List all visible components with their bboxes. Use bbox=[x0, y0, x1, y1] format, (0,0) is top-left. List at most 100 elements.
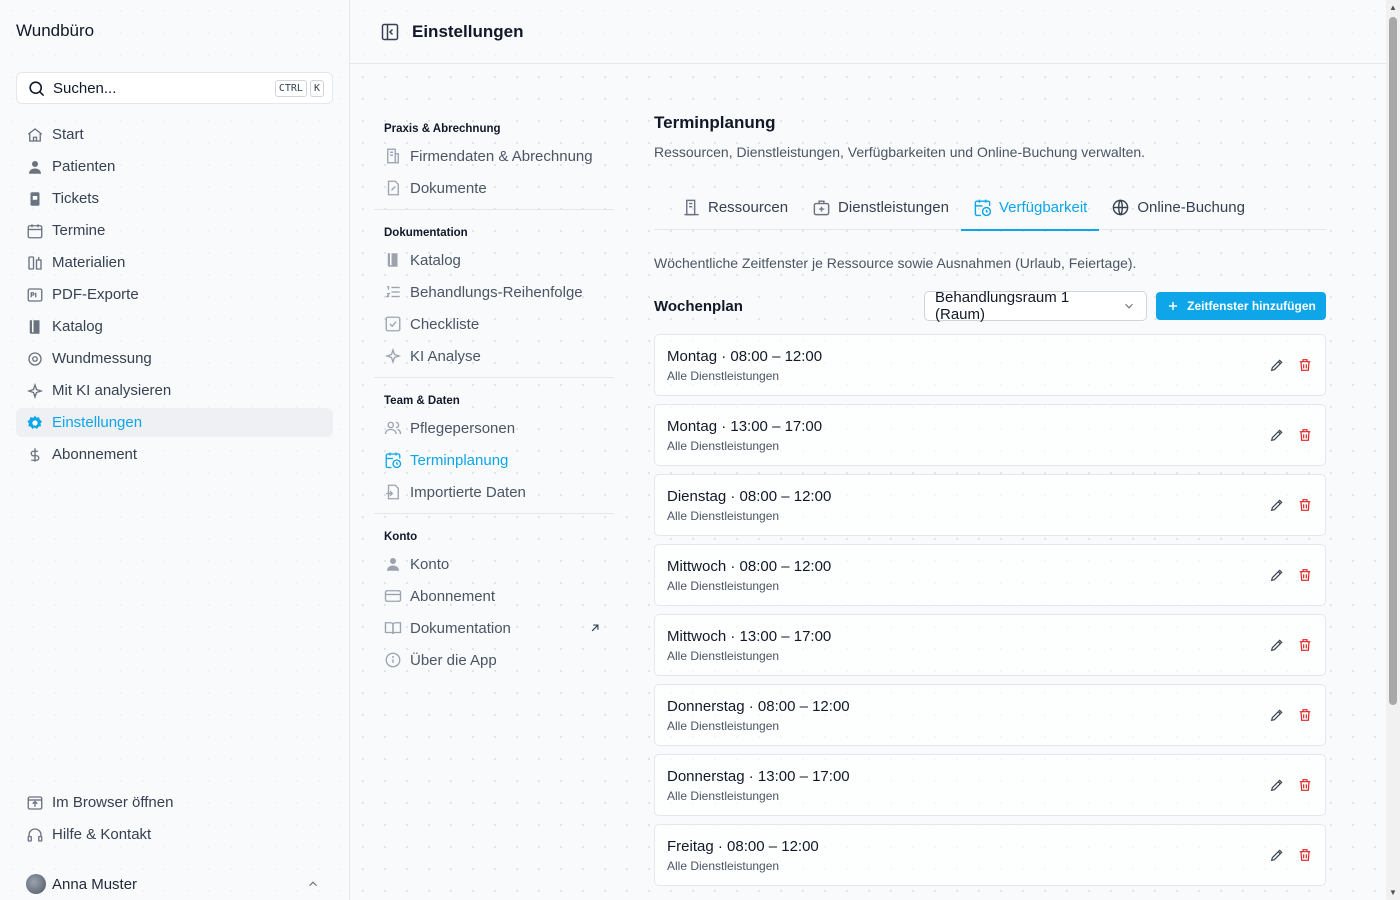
pencil-icon[interactable] bbox=[1269, 777, 1285, 793]
trash-icon[interactable] bbox=[1297, 497, 1313, 513]
sidebar-item-abonnement[interactable]: Abonnement bbox=[16, 440, 333, 469]
scrollbar[interactable]: ▲ ▼ bbox=[1386, 0, 1400, 900]
settings-item-label: Behandlungs-Reihenfolge bbox=[410, 283, 583, 301]
divider bbox=[374, 513, 614, 514]
scrollbar-thumb[interactable] bbox=[1389, 17, 1397, 705]
sidebar-item-label: Im Browser öffnen bbox=[52, 794, 174, 811]
users-icon bbox=[384, 421, 402, 435]
settings-item-importierte-daten[interactable]: Importierte Daten bbox=[384, 476, 614, 508]
settings-item-label: Dokumentation bbox=[410, 619, 511, 637]
settings-item-konto[interactable]: Konto bbox=[384, 548, 614, 580]
settings-item-firmendaten[interactable]: Firmendaten & Abrechnung bbox=[384, 140, 614, 172]
timeslot-text: Donnerstag · 08:00 – 12:00 Alle Dienstle… bbox=[667, 698, 1257, 733]
trash-icon[interactable] bbox=[1297, 707, 1313, 723]
tab-verfuegbarkeit[interactable]: Verfügbarkeit bbox=[960, 184, 1100, 231]
sidebar-item-ki-analysieren[interactable]: Mit KI analysieren bbox=[16, 376, 333, 405]
timeslot-subtitle: Alle Dienstleistungen bbox=[667, 858, 780, 873]
globe-icon bbox=[1113, 199, 1129, 215]
sidebar-item-browser[interactable]: Im Browser öffnen bbox=[16, 788, 333, 817]
settings-item-checkliste[interactable]: Checkliste bbox=[384, 308, 614, 340]
tab-dienstleistungen[interactable]: Dienstleistungen bbox=[800, 184, 961, 230]
sidebar-item-einstellungen[interactable]: Einstellungen bbox=[16, 408, 333, 437]
book-icon bbox=[387, 253, 398, 267]
sidebar-item-wundmessung[interactable]: Wundmessung bbox=[16, 344, 333, 373]
settings-item-ki-analyse[interactable]: KI Analyse bbox=[384, 340, 614, 372]
checkbox-icon bbox=[385, 316, 401, 332]
resource-select[interactable]: Behandlungsraum 1 (Raum) bbox=[924, 289, 1147, 323]
calendar-clock-icon bbox=[385, 452, 402, 469]
ticket-icon bbox=[30, 191, 40, 206]
credit-card-icon bbox=[384, 590, 402, 602]
settings-group-praxis: Praxis & Abrechnung Firmendaten & Abrech… bbox=[374, 118, 614, 204]
trash-icon[interactable] bbox=[1297, 567, 1313, 583]
pencil-icon[interactable] bbox=[1269, 427, 1285, 443]
pencil-icon[interactable] bbox=[1269, 637, 1285, 653]
settings-item-abonnement[interactable]: Abonnement bbox=[384, 580, 614, 612]
settings-item-dokumente[interactable]: Dokumente bbox=[384, 172, 614, 204]
trash-icon[interactable] bbox=[1297, 357, 1313, 373]
browser-icon bbox=[27, 795, 43, 810]
sidebar-item-label: Materialien bbox=[52, 254, 126, 271]
dollar-icon bbox=[30, 447, 40, 462]
settings-item-terminplanung[interactable]: Terminplanung bbox=[384, 444, 614, 476]
sidebar-item-label: Start bbox=[52, 126, 84, 143]
pencil-icon[interactable] bbox=[1269, 707, 1285, 723]
search-input[interactable]: Suchen... CTRL K bbox=[16, 72, 333, 104]
user-menu[interactable]: Anna Muster bbox=[26, 872, 326, 896]
chevron-up-icon bbox=[309, 881, 317, 887]
page-title: Einstellungen bbox=[412, 21, 524, 41]
timeslot-text: Mittwoch · 08:00 – 12:00 Alle Dienstleis… bbox=[667, 558, 1257, 593]
pencil-icon[interactable] bbox=[1269, 567, 1285, 583]
tab-bar: Ressourcen Dienstleistungen Verfügbarkei… bbox=[654, 184, 1326, 231]
tab-ressourcen[interactable]: Ressourcen bbox=[670, 184, 800, 230]
sidebar-toggle-icon[interactable] bbox=[380, 22, 400, 42]
pencil-icon[interactable] bbox=[1269, 847, 1285, 863]
sidebar-item-start[interactable]: Start bbox=[16, 120, 333, 149]
pencil-icon[interactable] bbox=[1269, 497, 1285, 513]
tab-online-buchung[interactable]: Online-Buchung bbox=[1099, 184, 1257, 230]
sidebar-item-patienten[interactable]: Patienten bbox=[16, 152, 333, 181]
sidebar-item-tickets[interactable]: Tickets bbox=[16, 184, 333, 213]
user-icon bbox=[29, 160, 41, 174]
timeslot-title: Mittwoch · 08:00 – 12:00 bbox=[667, 557, 832, 575]
sidebar-item-materialien[interactable]: Materialien bbox=[16, 248, 333, 277]
section-description: Ressourcen, Dienstleistungen, Verfügbark… bbox=[654, 144, 1146, 160]
add-timeslot-button[interactable]: Zeitfenster hinzufügen bbox=[1156, 292, 1326, 320]
plus-icon bbox=[1169, 301, 1178, 311]
list-item: Donnerstag · 08:00 – 12:00 Alle Dienstle… bbox=[654, 684, 1326, 746]
settings-group-heading: Konto bbox=[384, 531, 418, 543]
settings-group-konto: Konto Konto Abonnement Dokumentation Übe… bbox=[374, 526, 614, 676]
sidebar-item-label: Katalog bbox=[52, 318, 103, 335]
pencil-icon[interactable] bbox=[1269, 357, 1285, 373]
timeslot-subtitle: Alle Dienstleistungen bbox=[667, 718, 780, 733]
resource-select-value: Behandlungsraum 1 (Raum) bbox=[935, 289, 1070, 323]
sidebar-item-hilfe[interactable]: Hilfe & Kontakt bbox=[16, 820, 333, 849]
scroll-down-arrow-icon[interactable]: ▼ bbox=[1389, 888, 1397, 897]
settings-item-dokumentation[interactable]: Dokumentation bbox=[384, 612, 614, 644]
settings-item-katalog[interactable]: Katalog bbox=[384, 244, 614, 276]
sidebar-item-katalog[interactable]: Katalog bbox=[16, 312, 333, 341]
scroll-up-arrow-icon[interactable]: ▲ bbox=[1389, 3, 1397, 12]
settings-item-ueber-die-app[interactable]: Über die App bbox=[384, 644, 614, 676]
sidebar-item-label: Abonnement bbox=[52, 446, 138, 463]
settings-item-behandlungs-reihenfolge[interactable]: Behandlungs-Reihenfolge bbox=[384, 276, 614, 308]
scheduling-panel: Terminplanung Ressourcen, Dienstleistung… bbox=[654, 113, 1326, 894]
sidebar-item-pdf-exporte[interactable]: PDF-Exporte bbox=[16, 280, 333, 309]
sidebar-item-termine[interactable]: Termine bbox=[16, 216, 333, 245]
tab-label: Ressourcen bbox=[708, 198, 789, 216]
sidebar-item-label: PDF-Exporte bbox=[52, 286, 139, 303]
main-nav: Start Patienten Tickets Termine Material… bbox=[16, 120, 333, 472]
sidebar-item-label: Einstellungen bbox=[52, 414, 143, 431]
timeslot-title: Mittwoch · 13:00 – 17:00 bbox=[667, 627, 832, 645]
trash-icon[interactable] bbox=[1297, 777, 1313, 793]
timeslot-title: Montag · 13:00 – 17:00 bbox=[667, 417, 823, 435]
timeslot-title: Donnerstag · 13:00 – 17:00 bbox=[667, 767, 850, 785]
trash-icon[interactable] bbox=[1297, 427, 1313, 443]
sidebar-item-label: Wundmessung bbox=[52, 350, 152, 367]
sidebar-item-label: Termine bbox=[52, 222, 106, 239]
pdf-icon bbox=[27, 287, 43, 302]
trash-icon[interactable] bbox=[1297, 847, 1313, 863]
timeslot-title: Montag · 08:00 – 12:00 bbox=[667, 347, 823, 365]
trash-icon[interactable] bbox=[1297, 637, 1313, 653]
settings-item-pflegepersonen[interactable]: Pflegepersonen bbox=[384, 412, 614, 444]
